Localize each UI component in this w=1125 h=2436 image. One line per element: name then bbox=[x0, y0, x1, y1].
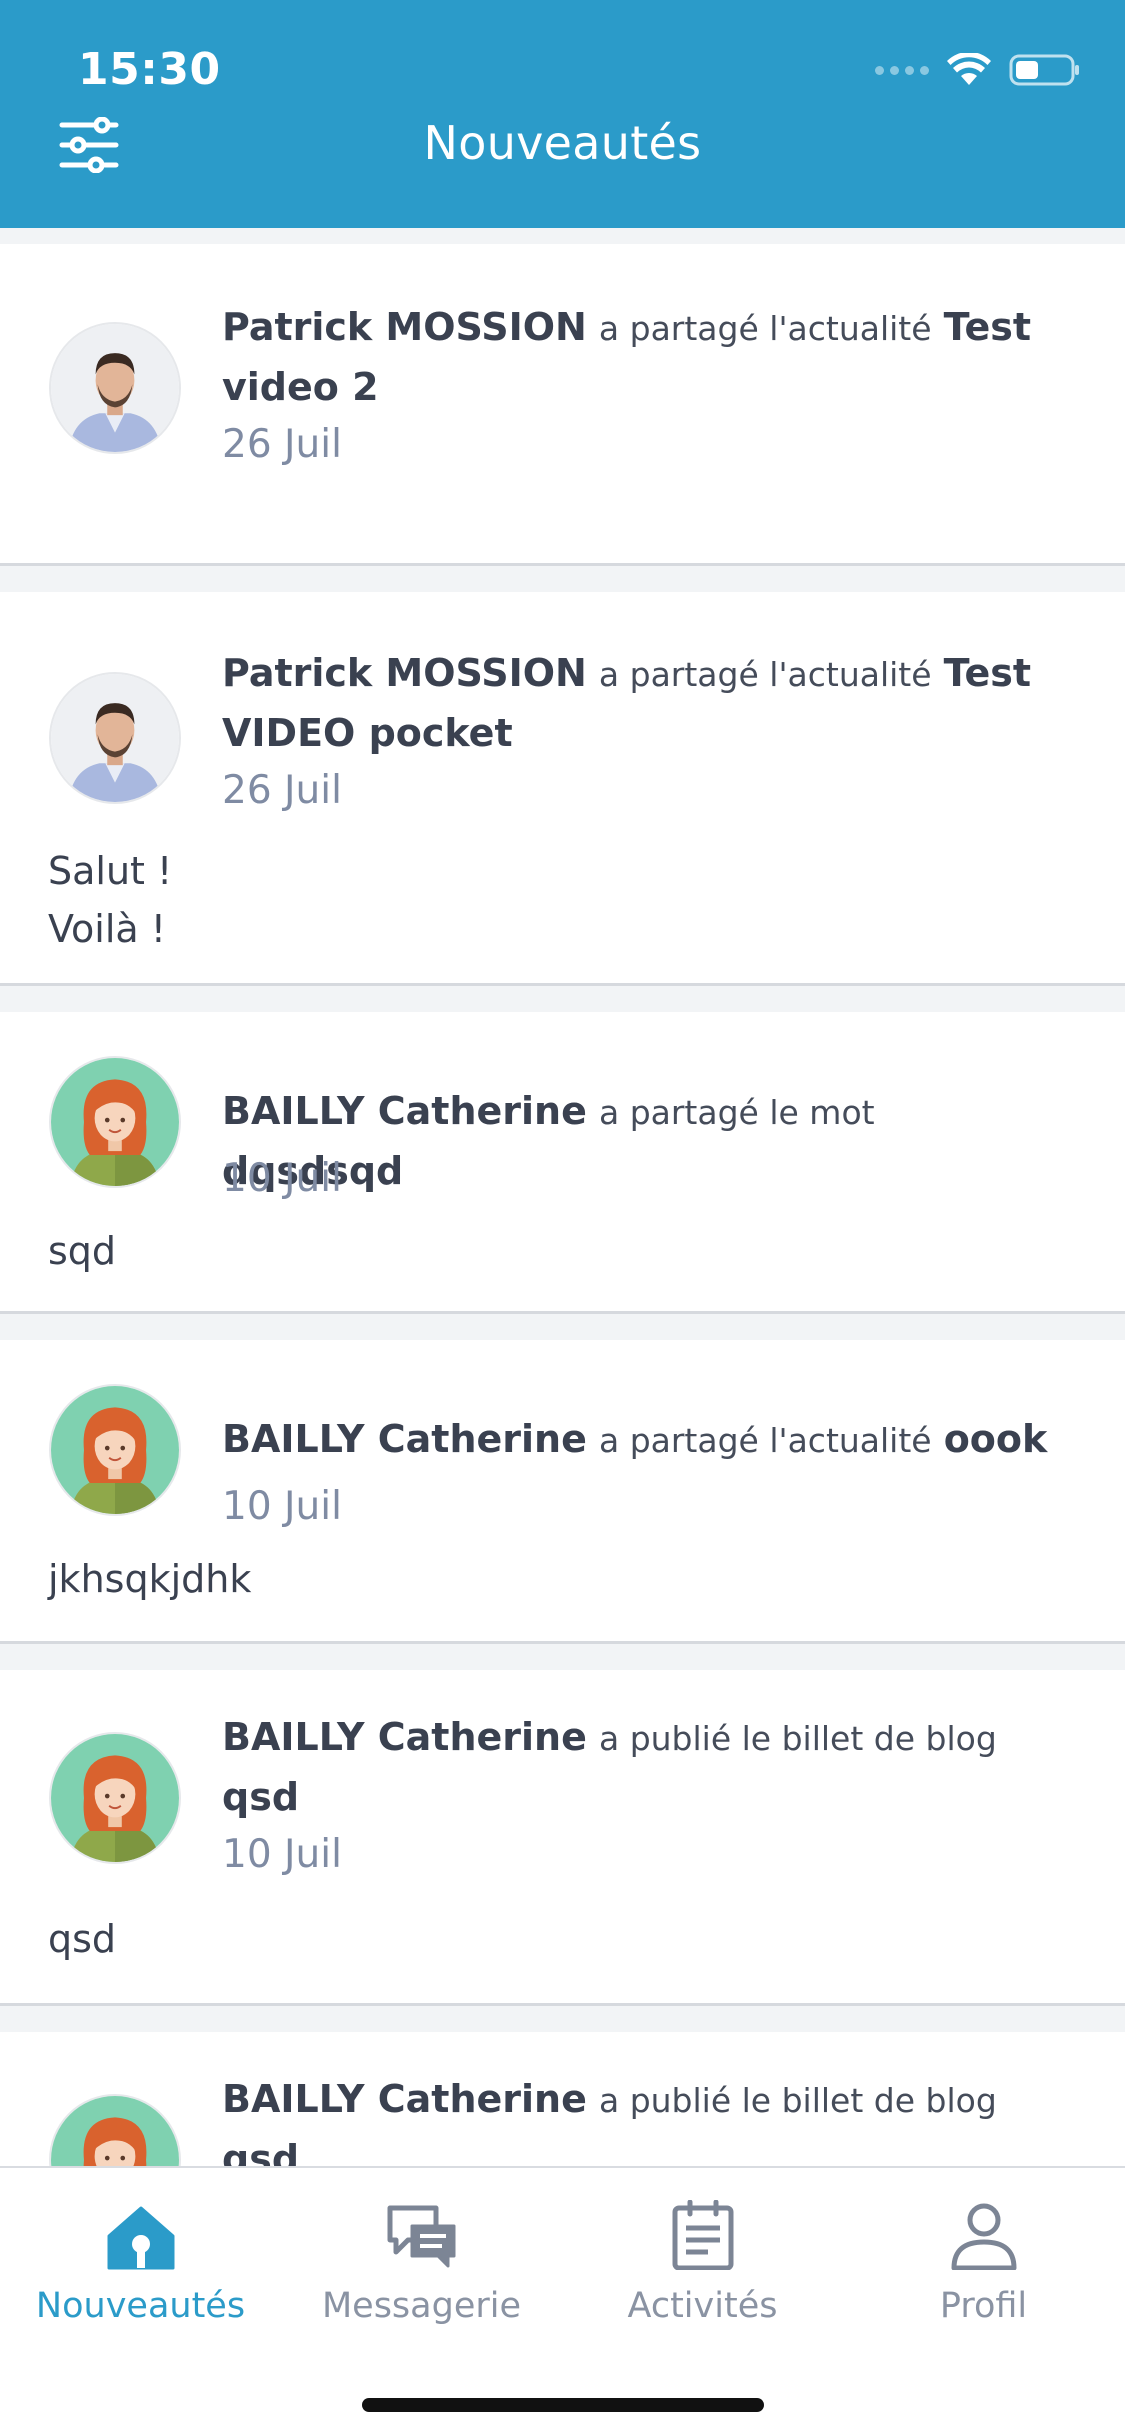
avatar bbox=[49, 1384, 181, 1516]
feed-body-line: Salut ! bbox=[48, 849, 173, 893]
tab-nouveautes[interactable]: Nouveautés bbox=[0, 2192, 281, 2352]
action-text: a publié le billet de blog bbox=[598, 1719, 997, 1758]
target-title[interactable]: qsd bbox=[222, 1775, 299, 1819]
target-title[interactable]: qsd bbox=[222, 2137, 299, 2168]
action-text: a partagé le mot bbox=[598, 1093, 875, 1132]
signal-icon bbox=[875, 65, 929, 75]
author-name[interactable]: Patrick MOSSION bbox=[222, 305, 587, 349]
avatar bbox=[49, 1732, 181, 1864]
author-name[interactable]: BAILLY Catherine bbox=[222, 1417, 587, 1461]
feed-headline: Patrick MOSSION a partagé l'actualité Te… bbox=[222, 644, 1065, 762]
author-name[interactable]: BAILLY Catherine bbox=[222, 1089, 587, 1133]
feed-body: qsd bbox=[48, 1917, 117, 1961]
tab-label: Activités bbox=[627, 2286, 778, 2326]
man-avatar-icon bbox=[51, 674, 179, 802]
action-text: a partagé l'actualité bbox=[598, 655, 932, 694]
news-feed[interactable]: Patrick MOSSION a partagé l'actualité Te… bbox=[0, 228, 1125, 2168]
feed-date: 10 Juil bbox=[222, 1832, 342, 1877]
feed-item[interactable]: BAILLY Catherine a partagé le mot dqsdsq… bbox=[0, 1012, 1125, 1314]
avatar bbox=[49, 672, 181, 804]
target-title[interactable]: oook bbox=[944, 1417, 1048, 1461]
feed-body-line: Voilà ! bbox=[48, 907, 167, 951]
action-text: a partagé l'actualité bbox=[598, 309, 932, 348]
woman-avatar-icon bbox=[51, 1734, 179, 1862]
tab-label: Nouveautés bbox=[35, 2286, 246, 2326]
woman-avatar-icon bbox=[51, 1386, 179, 1514]
feed-item[interactable]: BAILLY Catherine a publié le billet de b… bbox=[0, 1670, 1125, 2006]
bottom-tab-bar: Nouveautés Messagerie Activités Profil bbox=[0, 2166, 1125, 2436]
action-text: a publié le billet de blog bbox=[598, 2081, 997, 2120]
chat-icon bbox=[386, 2192, 458, 2270]
tab-label: Profil bbox=[939, 2286, 1028, 2326]
author-name[interactable]: BAILLY Catherine bbox=[222, 1715, 587, 1759]
feed-date: 10 Juil bbox=[222, 1156, 342, 1201]
feed-date: 10 Juil bbox=[222, 1484, 342, 1529]
tab-activites[interactable]: Activités bbox=[562, 2192, 843, 2352]
status-icons bbox=[875, 50, 1081, 90]
man-avatar-icon bbox=[51, 324, 179, 452]
wifi-icon bbox=[947, 53, 991, 87]
feed-date: 26 Juil bbox=[222, 422, 342, 467]
avatar bbox=[49, 2094, 181, 2168]
woman-avatar-icon bbox=[51, 1058, 179, 1186]
clipboard-icon bbox=[672, 2192, 734, 2270]
feed-headline: Patrick MOSSION a partagé l'actualité Te… bbox=[222, 298, 1065, 416]
author-name[interactable]: Patrick MOSSION bbox=[222, 651, 587, 695]
feed-body: Salut ! Voilà ! bbox=[48, 842, 1077, 958]
feed-headline: BAILLY Catherine a partagé l'actualité o… bbox=[222, 1410, 1065, 1470]
feed-headline: BAILLY Catherine a publié le billet de b… bbox=[222, 2070, 1065, 2168]
tab-label: Messagerie bbox=[321, 2286, 522, 2326]
feed-item[interactable]: Patrick MOSSION a partagé l'actualité Te… bbox=[0, 244, 1125, 566]
avatar bbox=[49, 322, 181, 454]
home-indicator bbox=[362, 2398, 764, 2412]
feed-headline: BAILLY Catherine a partagé le mot dqsdsq… bbox=[222, 1082, 1065, 1200]
status-time: 15:30 bbox=[78, 44, 221, 95]
feed-item[interactable]: BAILLY Catherine a publié le billet de b… bbox=[0, 2032, 1125, 2168]
app-header: 15:30 Nouveautés bbox=[0, 0, 1125, 228]
feed-item[interactable]: Patrick MOSSION a partagé l'actualité Te… bbox=[0, 592, 1125, 986]
feed-item[interactable]: BAILLY Catherine a partagé l'actualité o… bbox=[0, 1340, 1125, 1644]
feed-date: 26 Juil bbox=[222, 768, 342, 813]
action-text: a partagé l'actualité bbox=[598, 1421, 932, 1460]
avatar bbox=[49, 1056, 181, 1188]
woman-avatar-icon bbox=[51, 2096, 179, 2168]
feed-body: jkhsqkjdhk bbox=[48, 1557, 252, 1601]
home-icon bbox=[107, 2192, 175, 2270]
tab-messagerie[interactable]: Messagerie bbox=[281, 2192, 562, 2352]
profile-icon bbox=[950, 2192, 1018, 2270]
feed-body: sqd bbox=[48, 1229, 117, 1273]
battery-icon bbox=[1009, 53, 1081, 87]
page-title: Nouveautés bbox=[423, 116, 702, 170]
feed-headline: BAILLY Catherine a publié le billet de b… bbox=[222, 1708, 1065, 1826]
author-name[interactable]: BAILLY Catherine bbox=[222, 2077, 587, 2121]
tab-profil[interactable]: Profil bbox=[843, 2192, 1124, 2352]
